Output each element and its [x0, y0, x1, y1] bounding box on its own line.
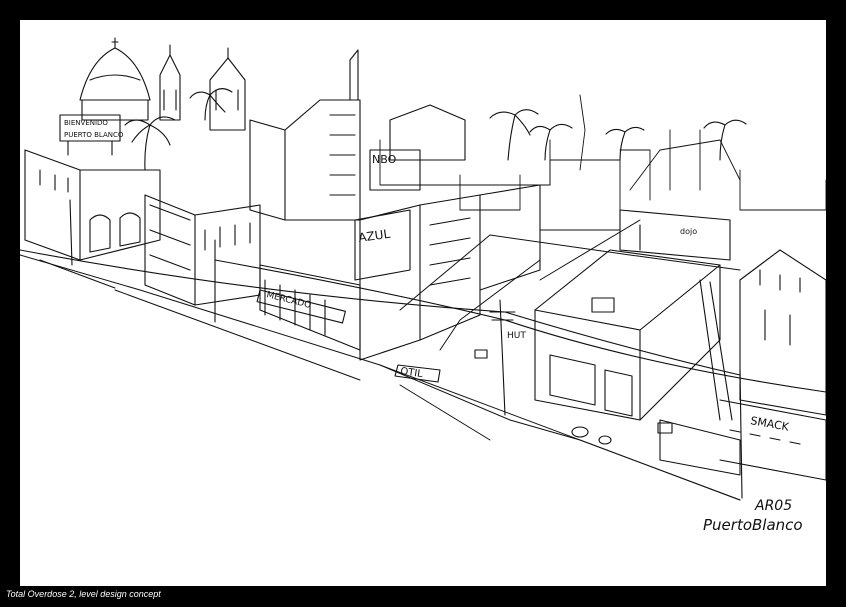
sign-welcome-line2: PUERTO BLANCO [64, 131, 124, 139]
sign-welcome-line1: BIENVENIDO [64, 119, 108, 127]
image-caption: Total Overdose 2, level design concept [6, 589, 161, 599]
background-row [379, 94, 826, 231]
street-lines [20, 219, 741, 501]
street-details [394, 349, 673, 445]
sign-smack: SMACK [749, 414, 790, 434]
sketch-frame: BIENVENIDO PUERTO BLANCO NBO AZUL MERCAD… [20, 20, 826, 586]
sign-azul: AZUL [357, 227, 391, 245]
sign-hut: HUT [507, 331, 526, 341]
city-sketch-drawing: BIENVENIDO PUERTO BLANCO NBO AZUL MERCAD… [20, 37, 826, 501]
artist-signature-line1: AR05 [755, 498, 793, 514]
cathedral [79, 37, 246, 131]
sign-dojo: dojo [680, 227, 697, 236]
sign-nbo: NBO [372, 153, 397, 166]
palm-trees [124, 88, 747, 171]
artist-signature-line2: PuertoBlanco [703, 516, 803, 534]
sign-lot: OTIL [400, 366, 424, 380]
